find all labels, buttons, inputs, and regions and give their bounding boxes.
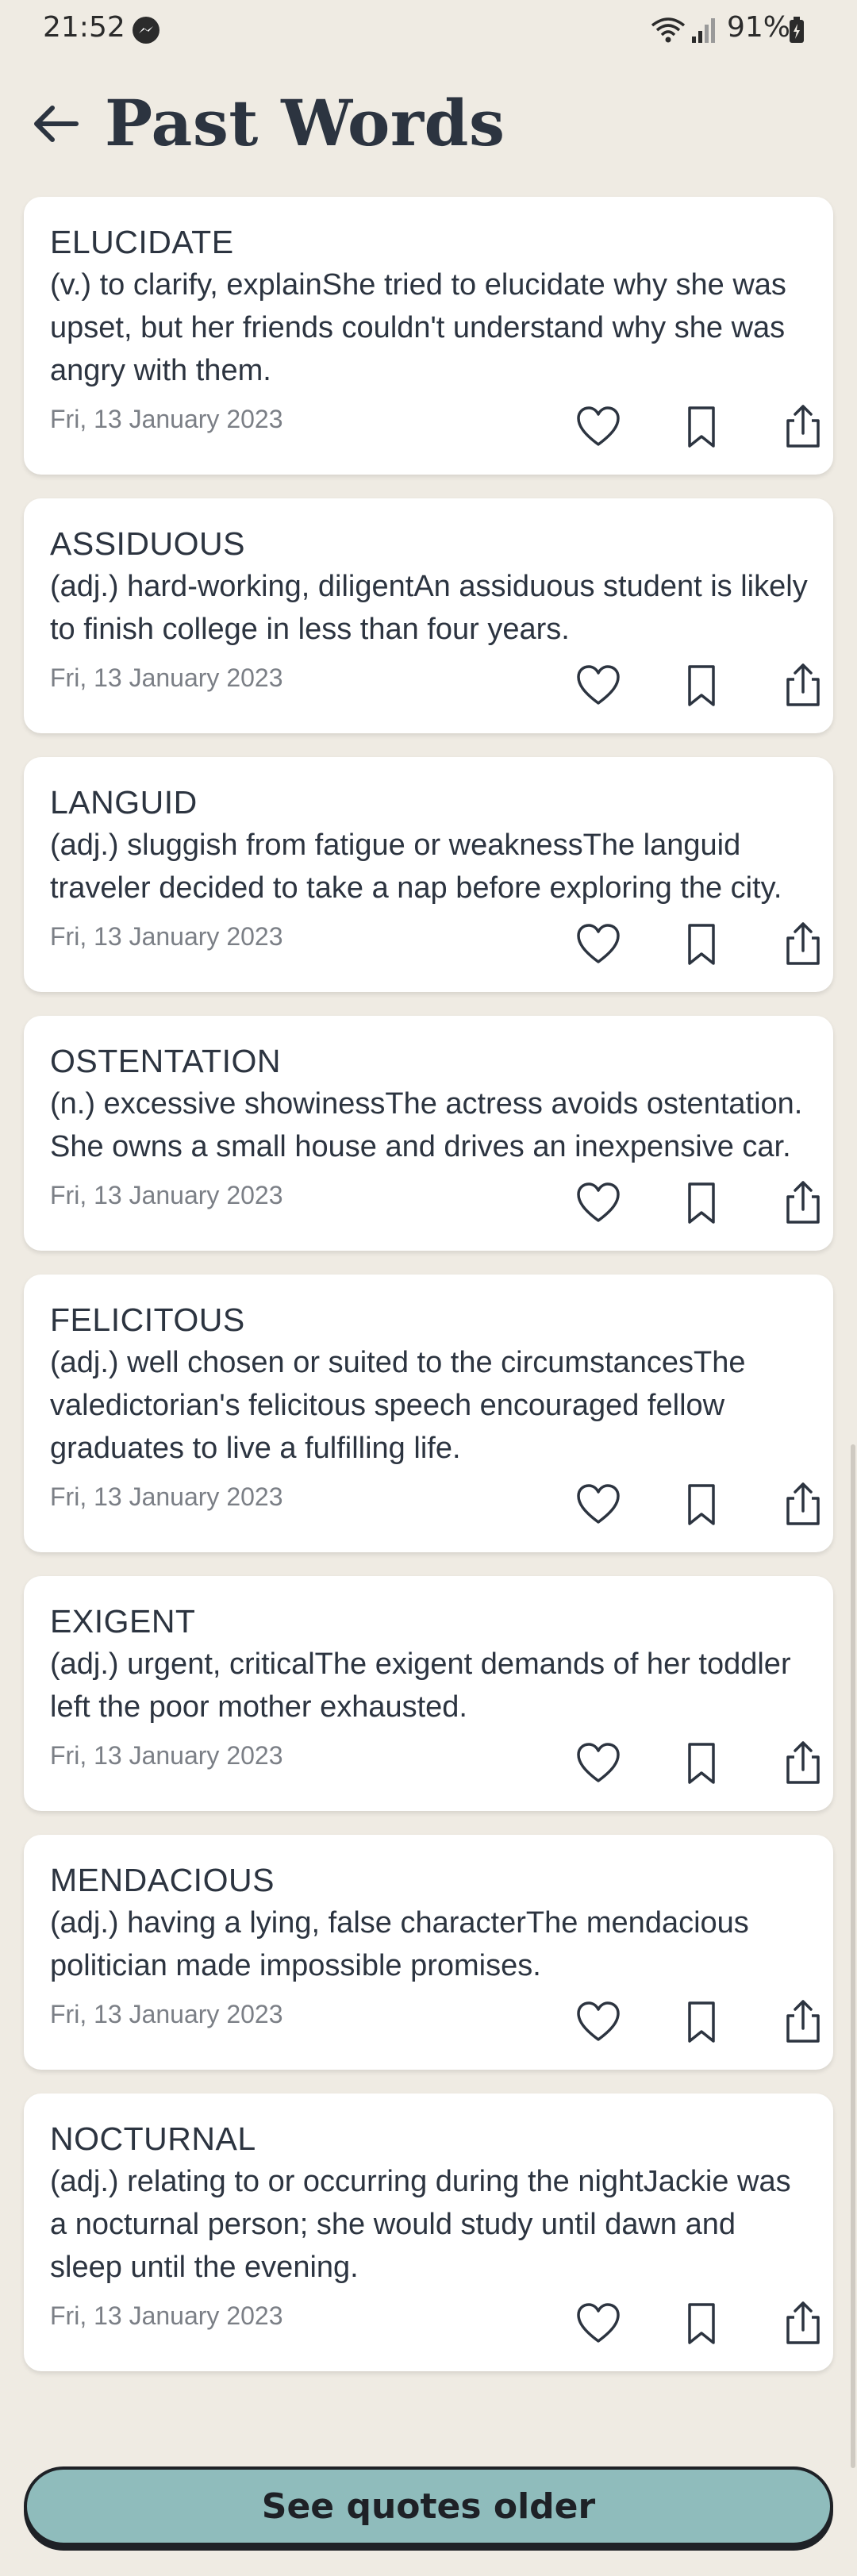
word-title: OSTENTATION (50, 1043, 281, 1079)
word-list: ELUCIDATE (v.) to clarify, explainShe tri… (24, 197, 833, 2395)
word-card[interactable]: FELICITOUS (adj.) well chosen or suited t… (24, 1275, 833, 1552)
bookmark-icon[interactable] (677, 402, 726, 451)
share-icon[interactable] (778, 1479, 828, 1528)
word-date: Fri, 13 January 2023 (50, 405, 283, 433)
share-icon[interactable] (778, 2298, 828, 2347)
app-header: Past Words (0, 79, 857, 175)
card-footer: Fri, 13 January 2023 (50, 1471, 820, 1528)
word-title: NOCTURNAL (50, 2120, 256, 2157)
card-footer: Fri, 13 January 2023 (50, 652, 820, 709)
share-icon[interactable] (778, 1738, 828, 1787)
word-card[interactable]: ASSIDUOUS (adj.) hard-working, diligentAn… (24, 498, 833, 733)
word-date: Fri, 13 January 2023 (50, 1482, 283, 1511)
status-bar: 21:52 91% (0, 0, 857, 62)
arrow-left-icon[interactable] (30, 98, 81, 149)
heart-icon[interactable] (574, 2298, 623, 2347)
share-icon[interactable] (778, 1997, 828, 2046)
heart-icon[interactable] (574, 402, 623, 451)
card-footer: Fri, 13 January 2023 (50, 2290, 820, 2347)
word-card[interactable]: ELUCIDATE (v.) to clarify, explainShe tri… (24, 197, 833, 475)
heart-icon[interactable] (574, 919, 623, 968)
word-definition: (adj.) sluggish from fatigue or weakness… (50, 829, 782, 905)
word-title: ELUCIDATE (50, 224, 234, 260)
signal-icon (690, 16, 717, 44)
bookmark-icon[interactable] (677, 1479, 726, 1528)
card-footer: Fri, 13 January 2023 (50, 911, 820, 968)
word-date: Fri, 13 January 2023 (50, 922, 283, 951)
page-title: Past Words (105, 86, 505, 160)
word-title: MENDACIOUS (50, 1862, 275, 1898)
battery-icon (788, 16, 805, 44)
word-date: Fri, 13 January 2023 (50, 2301, 283, 2330)
card-footer: Fri, 13 January 2023 (50, 394, 820, 451)
card-footer: Fri, 13 January 2023 (50, 1989, 820, 2046)
word-definition: (adj.) relating to or occurring during t… (50, 2165, 791, 2284)
word-definition: (v.) to clarify, explainShe tried to elu… (50, 268, 786, 387)
card-footer: Fri, 13 January 2023 (50, 1730, 820, 1787)
see-older-button[interactable]: See quotes older (24, 2466, 833, 2546)
share-icon[interactable] (778, 660, 828, 709)
bookmark-icon[interactable] (677, 919, 726, 968)
messenger-icon (132, 16, 160, 44)
scrollbar[interactable] (851, 1444, 855, 2468)
share-icon[interactable] (778, 1178, 828, 1227)
word-definition: (adj.) well chosen or suited to the circ… (50, 1346, 746, 1465)
word-definition: (n.) excessive showinessThe actress avoi… (50, 1087, 803, 1163)
word-card[interactable]: MENDACIOUS (adj.) having a lying, false c… (24, 1835, 833, 2070)
word-definition: (adj.) having a lying, false characterTh… (50, 1906, 749, 1982)
word-definition: (adj.) hard-working, diligentAn assiduou… (50, 570, 808, 646)
card-footer: Fri, 13 January 2023 (50, 1170, 820, 1227)
battery-percent: 91% (727, 11, 791, 44)
word-date: Fri, 13 January 2023 (50, 2000, 283, 2028)
heart-icon[interactable] (574, 1738, 623, 1787)
word-date: Fri, 13 January 2023 (50, 1741, 283, 1770)
bookmark-icon[interactable] (677, 660, 726, 709)
word-title: EXIGENT (50, 1603, 196, 1640)
share-icon[interactable] (778, 402, 828, 451)
word-definition: (adj.) urgent, criticalThe exigent deman… (50, 1647, 791, 1724)
word-card[interactable]: NOCTURNAL (adj.) relating to or occurring… (24, 2093, 833, 2371)
bookmark-icon[interactable] (677, 1997, 726, 2046)
bookmark-icon[interactable] (677, 1178, 726, 1227)
word-card[interactable]: EXIGENT (adj.) urgent, criticalThe exigen… (24, 1576, 833, 1811)
heart-icon[interactable] (574, 660, 623, 709)
word-date: Fri, 13 January 2023 (50, 663, 283, 692)
word-card[interactable]: OSTENTATION (n.) excessive showinessThe a… (24, 1016, 833, 1251)
word-title: FELICITOUS (50, 1301, 245, 1338)
word-title: ASSIDUOUS (50, 525, 245, 562)
share-icon[interactable] (778, 919, 828, 968)
bookmark-icon[interactable] (677, 1738, 726, 1787)
heart-icon[interactable] (574, 1479, 623, 1528)
heart-icon[interactable] (574, 1178, 623, 1227)
wifi-icon (651, 16, 686, 44)
word-title: LANGUID (50, 784, 198, 821)
word-card[interactable]: LANGUID (adj.) sluggish from fatigue or w… (24, 757, 833, 992)
status-time: 21:52 (43, 11, 125, 44)
bookmark-icon[interactable] (677, 2298, 726, 2347)
heart-icon[interactable] (574, 1997, 623, 2046)
word-date: Fri, 13 January 2023 (50, 1181, 283, 1209)
